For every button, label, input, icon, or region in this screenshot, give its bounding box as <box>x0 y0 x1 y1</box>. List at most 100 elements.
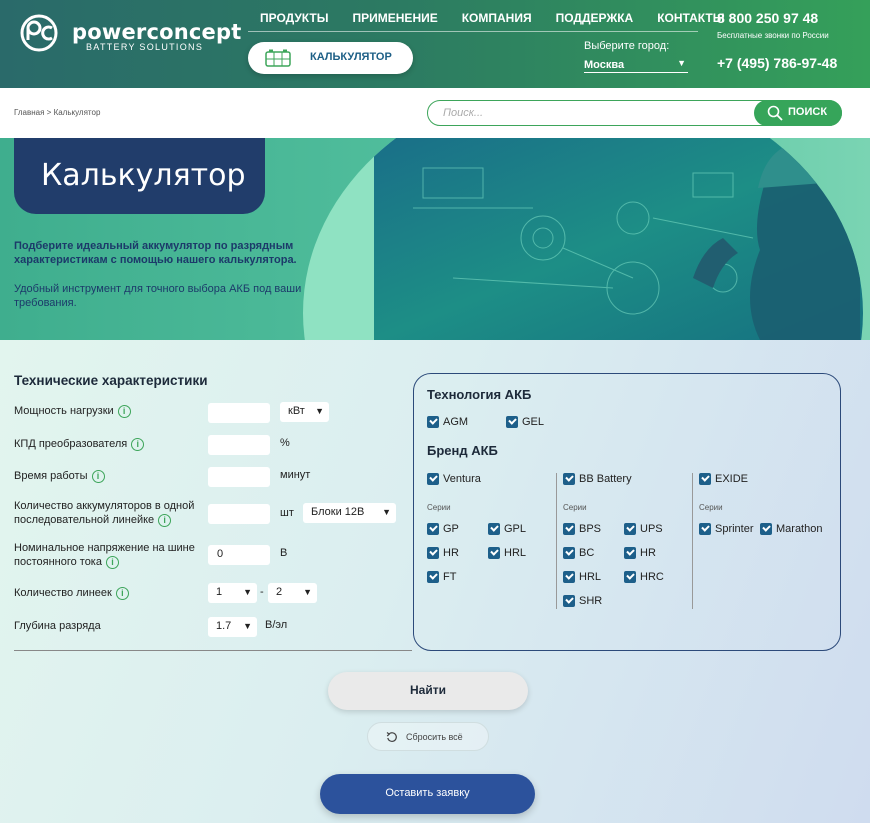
voltage-input[interactable]: 0 <box>208 545 270 565</box>
chevron-down-icon: ▼ <box>315 406 324 416</box>
checkbox-series-bb-bps[interactable]: BPS <box>563 522 601 536</box>
efficiency-label-text: КПД преобразователя <box>14 438 128 450</box>
checkbox-series-ventura-hrl[interactable]: HRL <box>488 546 526 560</box>
calculator-button[interactable]: КАЛЬКУЛЯТОР <box>248 42 413 74</box>
battery-count-input[interactable] <box>208 504 270 524</box>
chevron-down-icon: ▼ <box>243 587 252 597</box>
checkbox-series-bb-ups[interactable]: UPS <box>624 522 663 536</box>
powerconcept-logo-icon[interactable] <box>14 14 64 52</box>
efficiency-input[interactable] <box>208 435 270 455</box>
hero-image <box>303 138 863 340</box>
column-divider <box>692 473 693 609</box>
info-icon[interactable]: i <box>158 513 172 527</box>
nav-item-support[interactable]: ПОДДЕРЖКА <box>544 10 646 31</box>
checkbox-series-bb-bc[interactable]: BC <box>563 546 594 560</box>
checkbox-series-ventura-ft[interactable]: FT <box>427 570 456 584</box>
checkbox-series-bb-hrl[interactable]: HRL <box>563 570 601 584</box>
nav-item-application[interactable]: ПРИМЕНЕНИЕ <box>341 10 450 31</box>
hero-sub-text: Удобный инструмент для точного выбора АК… <box>14 283 302 309</box>
checkbox-brand-bb-battery[interactable]: BB Battery <box>563 472 632 486</box>
form-divider <box>14 650 412 651</box>
find-button[interactable]: Найти <box>328 672 528 710</box>
search-field[interactable]: Поиск... ПОИСК <box>427 100 842 126</box>
chevron-down-icon: ▼ <box>303 587 312 597</box>
info-icon[interactable]: i <box>105 555 119 569</box>
search-button[interactable]: ПОИСК <box>754 100 842 126</box>
checkbox-series-exide-marathon[interactable]: Marathon <box>760 522 822 536</box>
chevron-down-icon: ▼ <box>243 621 252 631</box>
lines-count-label-text: Количество линеек <box>14 587 112 599</box>
efficiency-label: КПД преобразователя i <box>14 437 145 451</box>
checkbox-series-bb-hrc[interactable]: HRC <box>624 570 664 584</box>
brand-tagline: BATTERY SOLUTIONS <box>86 42 204 52</box>
discharge-depth-unit: В/эл <box>265 619 288 631</box>
checkbox-brand-exide[interactable]: EXIDE <box>699 472 748 486</box>
voltage-label: Номинальное напряжение на шине постоянно… <box>14 541 204 569</box>
checkbox-series-ventura-gp[interactable]: GP <box>427 522 459 536</box>
phone-free[interactable]: 8 800 250 97 48 <box>717 10 818 26</box>
page-title-box: Калькулятор <box>14 138 265 214</box>
series-label: Серии <box>563 503 587 512</box>
lines-from-select[interactable]: 1 ▼ <box>208 583 257 603</box>
runtime-label: Время работы i <box>14 469 105 483</box>
lines-to-select[interactable]: 2 ▼ <box>268 583 317 603</box>
power-input[interactable] <box>208 403 270 423</box>
reset-button-label: Сбросить всё <box>406 732 463 742</box>
checkbox-agm[interactable]: AGM <box>427 415 468 429</box>
search-input[interactable]: Поиск... <box>443 107 483 119</box>
block-type-value: Блоки 12В <box>311 506 365 518</box>
calculator-button-label: КАЛЬКУЛЯТОР <box>310 51 392 63</box>
brand-title: Бренд АКБ <box>427 443 498 458</box>
lines-separator: - <box>260 586 264 598</box>
breadcrumb[interactable]: Главная > Калькулятор <box>14 108 100 117</box>
power-label: Мощность нагрузки i <box>14 404 131 418</box>
discharge-depth-select[interactable]: 1.7 ▼ <box>208 617 257 637</box>
hero-lead-text: Подберите идеальный аккумулятор по разря… <box>14 240 297 266</box>
checkbox-brand-ventura[interactable]: Ventura <box>427 472 481 486</box>
checkbox-series-ventura-gpl[interactable]: GPL <box>488 522 526 536</box>
series-label: Серии <box>427 503 451 512</box>
page-title: Калькулятор <box>41 158 246 193</box>
site-header: powerconcept BATTERY SOLUTIONS ПРОДУКТЫ … <box>0 0 870 88</box>
checkbox-series-bb-shr[interactable]: SHR <box>563 594 602 608</box>
nav-item-company[interactable]: КОМПАНИЯ <box>450 10 544 31</box>
checkbox-series-ventura-hr[interactable]: HR <box>427 546 459 560</box>
column-divider <box>556 473 557 609</box>
search-button-label: ПОИСК <box>788 106 828 118</box>
brand-name[interactable]: powerconcept <box>72 20 241 44</box>
reset-button[interactable]: Сбросить всё <box>367 722 489 751</box>
engineer-illustration-icon <box>374 138 863 340</box>
city-select[interactable]: Москва ▼ <box>584 55 688 73</box>
info-icon[interactable]: i <box>91 469 105 483</box>
runtime-unit: минут <box>280 469 311 481</box>
info-icon[interactable]: i <box>115 586 129 600</box>
voltage-label-text: Номинальное напряжение на шине постоянно… <box>14 542 195 568</box>
checkbox-series-bb-hr[interactable]: HR <box>624 546 656 560</box>
phone-free-note: Бесплатные звонки по России <box>717 31 829 40</box>
info-icon[interactable]: i <box>117 404 131 418</box>
phone-moscow[interactable]: +7 (495) 786-97-48 <box>717 55 837 71</box>
technology-title: Технология АКБ <box>427 387 532 402</box>
power-unit-value: кВт <box>288 405 305 417</box>
request-button-label: Оставить заявку <box>385 787 470 799</box>
battery-filter-panel <box>413 373 841 651</box>
nav-item-products[interactable]: ПРОДУКТЫ <box>248 10 341 31</box>
chevron-down-icon: ▼ <box>382 507 391 517</box>
checkbox-series-exide-sprinter[interactable]: Sprinter <box>699 522 754 536</box>
power-unit-select[interactable]: кВт ▼ <box>280 402 329 422</box>
info-icon[interactable]: i <box>131 437 145 451</box>
checkbox-gel[interactable]: GEL <box>506 415 544 429</box>
request-button[interactable]: Оставить заявку <box>320 774 535 814</box>
battery-count-label: Количество аккумуляторов в одной последо… <box>14 499 204 527</box>
search-icon <box>767 105 783 121</box>
block-type-select[interactable]: Блоки 12В ▼ <box>303 503 396 523</box>
series-label: Серии <box>699 503 723 512</box>
lines-count-label: Количество линеек i <box>14 586 129 600</box>
discharge-depth-value: 1.7 <box>216 620 232 632</box>
lines-from-value: 1 <box>216 586 223 598</box>
runtime-input[interactable] <box>208 467 270 487</box>
battery-count-unit: шт <box>280 507 294 519</box>
lines-to-value: 2 <box>276 586 283 598</box>
city-label: Выберите город: <box>584 40 670 52</box>
power-label-text: Мощность нагрузки <box>14 405 114 417</box>
